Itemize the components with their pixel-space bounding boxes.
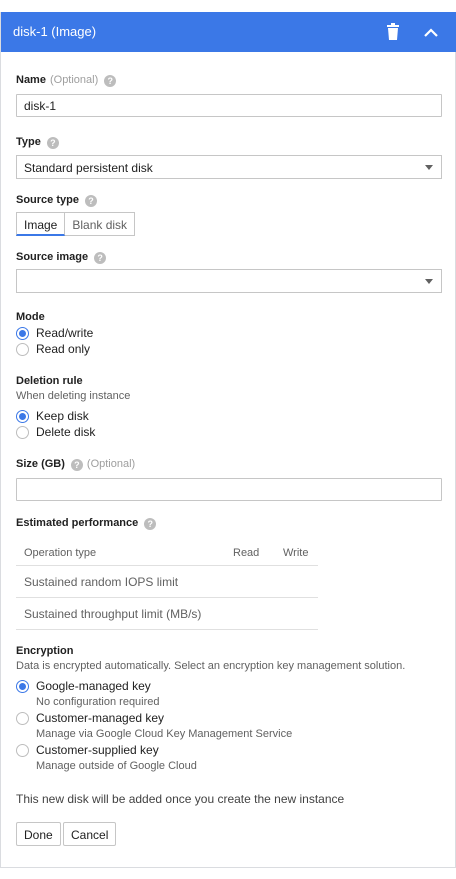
help-icon[interactable]: ? xyxy=(94,252,107,264)
name-input[interactable]: disk-1 xyxy=(16,94,442,117)
row-operation: Sustained throughput limit (MB/s) xyxy=(24,606,202,621)
radio-unselected-icon xyxy=(16,425,29,439)
dropdown-caret-icon xyxy=(425,279,433,284)
name-optional: (Optional) xyxy=(49,74,99,86)
customer-managed-key-sub: Manage via Google Cloud Key Management S… xyxy=(36,728,293,740)
type-label: Type? xyxy=(16,136,59,149)
dropdown-caret-icon xyxy=(425,165,433,170)
encryption-label: Encryption xyxy=(16,645,74,657)
table-header: Operation type Read Write xyxy=(16,540,318,566)
done-button[interactable]: Done xyxy=(16,822,61,846)
help-icon[interactable]: ? xyxy=(46,137,59,149)
row-operation: Sustained random IOPS limit xyxy=(24,574,179,589)
deletion-rule-description: When deleting instance xyxy=(16,390,131,402)
help-icon[interactable]: ? xyxy=(144,518,157,530)
table-row: Sustained throughput limit (MB/s) xyxy=(16,598,318,630)
performance-label: Estimated performance? xyxy=(16,517,157,530)
size-label: Size (GB)? (Optional) xyxy=(16,458,136,471)
performance-table: Operation type Read Write Sustained rand… xyxy=(16,540,318,630)
source-image-label: Source image? xyxy=(16,251,107,264)
cancel-button[interactable]: Cancel xyxy=(63,822,117,846)
disk-panel: disk-1 (Image) Name (Optional)? disk-1 Ty… xyxy=(0,12,456,868)
chevron-up-icon[interactable] xyxy=(421,23,441,43)
deletion-rule-label: Deletion rule xyxy=(16,375,83,387)
type-select-value: Standard persistent disk xyxy=(24,161,153,175)
customer-supplied-key-sub: Manage outside of Google Cloud xyxy=(36,760,197,772)
source-type-image-button[interactable]: Image xyxy=(16,212,66,236)
panel-header: disk-1 (Image) xyxy=(1,12,456,52)
customer-supplied-key-radio[interactable]: Customer-supplied key xyxy=(16,743,159,757)
customer-managed-key-radio[interactable]: Customer-managed key xyxy=(16,711,164,725)
mode-read-write-radio[interactable]: Read/write xyxy=(16,326,93,340)
help-icon[interactable]: ? xyxy=(84,195,97,207)
radio-selected-icon xyxy=(16,409,29,423)
source-type-label: Source type? xyxy=(16,194,97,207)
type-select[interactable]: Standard persistent disk xyxy=(16,155,442,179)
name-label: Name (Optional)? xyxy=(16,74,117,87)
delete-disk-radio[interactable]: Delete disk xyxy=(16,425,95,439)
size-input[interactable] xyxy=(16,478,442,501)
column-write: Write xyxy=(283,546,309,559)
mode-read-only-radio[interactable]: Read only xyxy=(16,342,90,356)
source-type-blank-button[interactable]: Blank disk xyxy=(65,212,136,236)
column-operation-type: Operation type xyxy=(24,546,97,559)
google-managed-key-radio[interactable]: Google-managed key xyxy=(16,679,151,693)
source-image-select[interactable] xyxy=(16,269,442,293)
google-managed-key-sub: No configuration required xyxy=(36,696,160,708)
panel-title: disk-1 (Image) xyxy=(13,24,97,39)
trash-icon[interactable] xyxy=(385,23,401,41)
size-optional: (Optional) xyxy=(86,458,136,470)
mode-label: Mode xyxy=(16,311,45,323)
table-row: Sustained random IOPS limit xyxy=(16,566,318,598)
radio-unselected-icon xyxy=(16,342,29,356)
keep-disk-radio[interactable]: Keep disk xyxy=(16,409,89,423)
radio-selected-icon xyxy=(16,326,29,340)
radio-unselected-icon xyxy=(16,743,29,757)
help-icon[interactable]: ? xyxy=(70,459,83,471)
encryption-description: Data is encrypted automatically. Select … xyxy=(16,660,406,672)
new-disk-note: This new disk will be added once you cre… xyxy=(16,792,345,806)
source-type-toggle: Image Blank disk xyxy=(16,212,136,236)
radio-selected-icon xyxy=(16,679,29,693)
column-read: Read xyxy=(233,546,260,559)
help-icon[interactable]: ? xyxy=(104,75,117,87)
radio-unselected-icon xyxy=(16,711,29,725)
